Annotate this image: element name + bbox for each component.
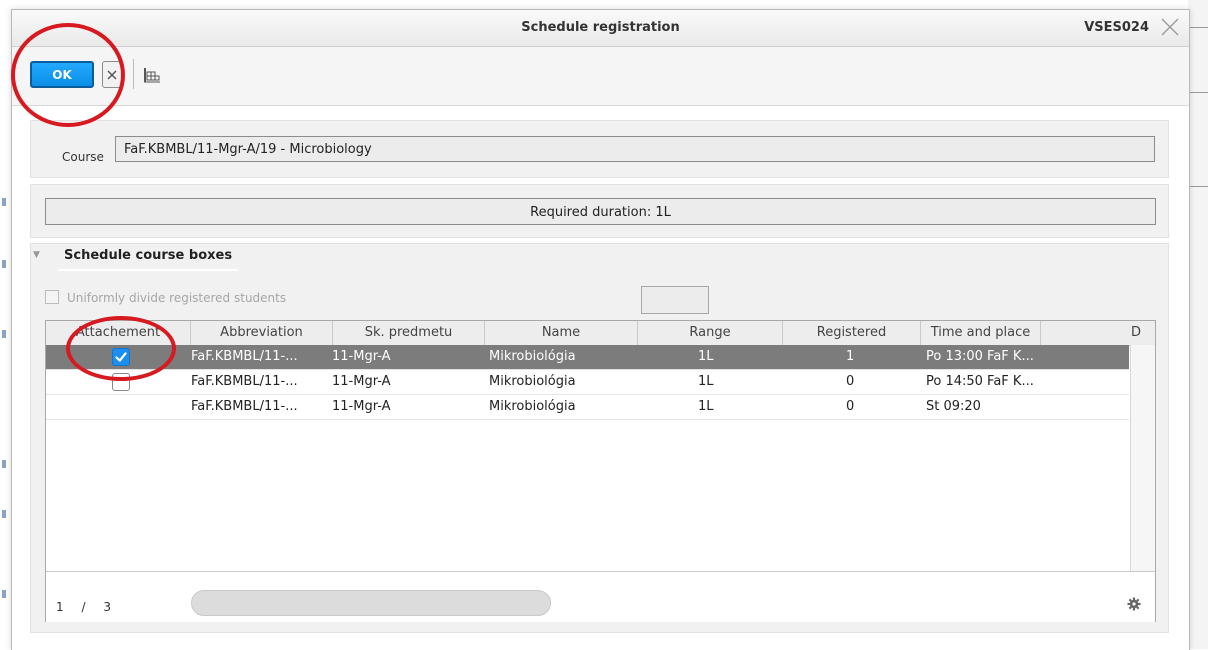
column-header-range[interactable]: Range — [638, 321, 783, 345]
table-row[interactable]: FaF.KBMBL/11-... 11-Mgr-A Mikrobiológia … — [46, 345, 1129, 370]
background-divider — [1188, 92, 1208, 93]
schedule-boxes-grid: Attachement Abbreviation Sk. predmetu Na… — [45, 320, 1156, 622]
cell-name: Mikrobiológia — [489, 349, 576, 364]
column-header-d[interactable]: D — [1041, 321, 1155, 345]
column-header-sk-predmetu[interactable]: Sk. predmetu — [333, 321, 485, 345]
timetable-icon[interactable] — [142, 65, 162, 85]
column-header-registered[interactable]: Registered — [783, 321, 921, 345]
column-header-name[interactable]: Name — [485, 321, 638, 345]
cell-sk-predmetu: 11-Mgr-A — [332, 349, 391, 364]
grid-footer: 1 / 3 — [46, 571, 1155, 622]
cell-range: 1L — [698, 399, 714, 414]
close-icon[interactable] — [1159, 16, 1181, 38]
column-header-time-and-place[interactable]: Time and place — [921, 321, 1041, 345]
background-divider — [1188, 27, 1208, 28]
dialog-titlebar: Schedule registration VSES024 — [12, 10, 1189, 47]
cell-range: 1L — [698, 349, 714, 364]
cell-time-and-place: Po 14:50 FaF K... — [926, 374, 1034, 389]
cell-abbreviation: FaF.KBMBL/11-... — [191, 349, 298, 364]
background-left-edge — [0, 190, 9, 610]
vertical-scrollbar[interactable] — [1130, 345, 1155, 571]
course-field: FaF.KBMBL/11-Mgr-A/19 - Microbiology — [115, 136, 1155, 162]
cell-time-and-place: St 09:20 — [926, 399, 981, 414]
gear-icon[interactable] — [1127, 597, 1141, 611]
checkmark-icon — [115, 352, 127, 362]
cell-sk-predmetu: 11-Mgr-A — [332, 399, 391, 414]
dialog-code: VSES024 — [1084, 20, 1149, 35]
cell-name: Mikrobiológia — [489, 374, 576, 389]
uniform-divide-input[interactable] — [641, 286, 709, 314]
ok-button[interactable]: OK — [30, 61, 94, 88]
table-row[interactable]: FaF.KBMBL/11-... 11-Mgr-A Mikrobiológia … — [46, 395, 1129, 420]
attach-checkbox[interactable] — [112, 373, 130, 391]
pager: 1 / 3 — [56, 600, 125, 614]
pager-total: 3 — [103, 600, 111, 614]
cell-registered: 0 — [846, 399, 855, 414]
cell-name: Mikrobiológia — [489, 399, 576, 414]
collapse-triangle-icon[interactable]: ▼ — [33, 250, 40, 260]
cell-registered: 0 — [846, 374, 855, 389]
uniform-divide-label: Uniformly divide registered students — [67, 291, 287, 305]
background-divider — [1188, 186, 1208, 187]
cell-registered: 1 — [846, 349, 855, 364]
grid-header: Attachement Abbreviation Sk. predmetu Na… — [46, 321, 1155, 346]
cancel-icon — [107, 70, 117, 79]
dialog-toolbar: OK — [12, 47, 1189, 106]
required-duration-field: Required duration: 1L — [45, 198, 1156, 225]
cell-sk-predmetu: 11-Mgr-A — [332, 374, 391, 389]
attach-checkbox[interactable] — [112, 348, 130, 366]
column-header-attachement[interactable]: Attachement — [46, 321, 191, 345]
column-header-abbreviation[interactable]: Abbreviation — [191, 321, 333, 345]
uniform-divide-checkbox[interactable] — [45, 290, 59, 304]
pager-separator: / — [81, 600, 86, 614]
cell-range: 1L — [698, 374, 714, 389]
toolbar-separator — [133, 59, 134, 89]
table-row[interactable]: FaF.KBMBL/11-... 11-Mgr-A Mikrobiológia … — [46, 370, 1129, 395]
horizontal-scrollbar-thumb[interactable] — [191, 590, 551, 616]
cancel-button[interactable] — [102, 61, 122, 88]
pager-current: 1 — [56, 600, 64, 614]
cell-time-and-place: Po 13:00 FaF K... — [926, 349, 1034, 364]
cell-abbreviation: FaF.KBMBL/11-... — [191, 374, 298, 389]
background-window-edge — [1188, 0, 1208, 649]
cell-abbreviation: FaF.KBMBL/11-... — [191, 399, 298, 414]
dialog-title: Schedule registration — [521, 20, 680, 35]
schedule-boxes-title: Schedule course boxes — [58, 248, 239, 271]
course-label: Course — [62, 150, 104, 164]
